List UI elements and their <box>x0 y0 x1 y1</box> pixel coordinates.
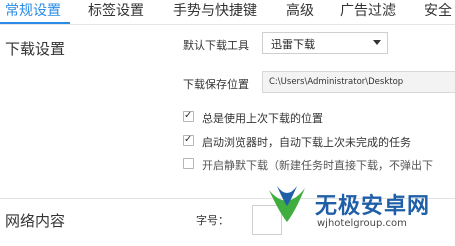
download-tool-select[interactable]: 迅雷下载 <box>262 32 388 54</box>
watermark-title: 无极安卓网 <box>315 194 431 219</box>
tab-gestures-shortcuts[interactable]: 手势与快捷键 <box>173 2 257 20</box>
option-label: 启动浏览器时，自动下载上次未完成的任务 <box>202 136 411 149</box>
chevron-down-icon <box>373 40 381 45</box>
font-size-label: 字号： <box>196 214 229 227</box>
download-path-value: C:\Users\Administrator\Desktop <box>269 77 404 87</box>
tab-ad-filter[interactable]: 广告过滤 <box>340 2 396 20</box>
tab-advanced[interactable]: 高级 <box>286 2 314 20</box>
tab-security[interactable]: 安全 <box>424 2 452 20</box>
watermark-logo-icon <box>269 186 305 222</box>
option-label: 开启静默下载（新建任务时直接下载，不弹出下 <box>202 159 433 172</box>
watermark: 无极安卓网 wjhotelgroup.com <box>265 180 455 246</box>
checkbox[interactable]: ✓ <box>183 110 194 122</box>
download-tool-label: 默认下载工具 <box>183 39 249 52</box>
download-section-title: 下载设置 <box>5 40 66 58</box>
download-path-field[interactable]: C:\Users\Administrator\Desktop <box>262 71 455 93</box>
checkbox[interactable]: ✓ <box>183 134 194 146</box>
watermark-url: wjhotelgroup.com <box>317 218 407 229</box>
tab-general[interactable]: 常规设置 <box>5 2 61 20</box>
download-path-label: 下载保存位置 <box>183 78 249 91</box>
active-tab-indicator <box>0 22 70 24</box>
web-content-section-title: 网络内容 <box>5 212 66 230</box>
checkbox[interactable] <box>183 158 194 169</box>
check-icon: ✓ <box>184 110 193 121</box>
tab-tab-settings[interactable]: 标签设置 <box>88 2 144 20</box>
settings-tab-bar: 常规设置 标签设置 手势与快捷键 高级 广告过滤 安全 <box>0 0 455 25</box>
option-label: 总是使用上次下载的位置 <box>202 112 323 125</box>
download-tool-value: 迅雷下载 <box>271 38 315 51</box>
check-icon: ✓ <box>184 134 193 145</box>
